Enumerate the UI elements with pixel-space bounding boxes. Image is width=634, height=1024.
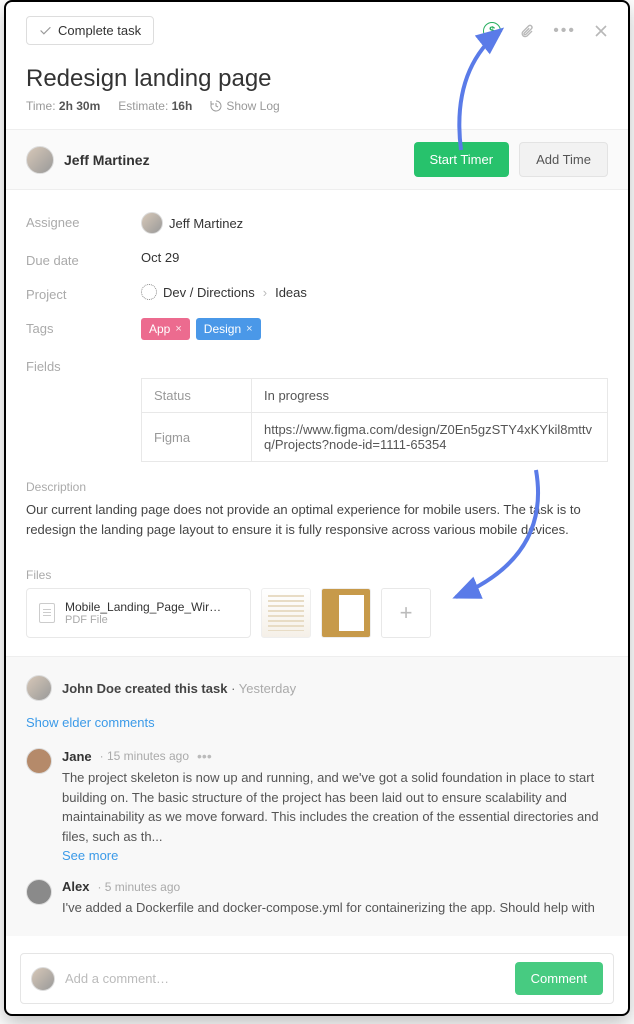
assignee-avatar (141, 212, 163, 234)
assignee-value[interactable]: Jeff Martinez (141, 212, 243, 234)
file-attachment[interactable]: Mobile_Landing_Page_Wir… PDF File (26, 588, 251, 638)
comment-text: I've added a Dockerfile and docker-compo… (62, 898, 608, 918)
time-estimate: Estimate: 16h (118, 99, 192, 113)
tag[interactable]: Design× (196, 318, 261, 340)
comment-text: The project skeleton is now up and runni… (62, 768, 608, 846)
more-icon[interactable]: ••• (553, 22, 576, 40)
comment-author: Jane (62, 749, 92, 764)
owner-name: Jeff Martinez (64, 152, 150, 168)
fields-label: Fields (26, 356, 141, 374)
project-icon (141, 284, 157, 300)
time-tracked: Time: 2h 30m (26, 99, 100, 113)
file-name: Mobile_Landing_Page_Wir… (65, 600, 221, 614)
creator-avatar (26, 675, 52, 701)
field-row[interactable]: StatusIn progress (142, 379, 608, 413)
comment-author: Alex (62, 879, 89, 894)
project-breadcrumb[interactable]: Dev / Directions › Ideas (141, 284, 307, 300)
custom-fields-table: StatusIn progressFigmahttps://www.figma.… (141, 378, 608, 462)
task-created-row: John Doe created this task · Yesterday (26, 675, 608, 701)
current-user-avatar (31, 967, 55, 991)
due-date-value[interactable]: Oct 29 (141, 250, 179, 265)
complete-task-button[interactable]: Complete task (26, 16, 154, 45)
add-time-button[interactable]: Add Time (519, 142, 608, 177)
comment-input-bar: Comment (20, 953, 614, 1004)
comment-submit-button[interactable]: Comment (515, 962, 603, 995)
tags-label: Tags (26, 318, 141, 336)
comment-menu-icon[interactable]: ••• (197, 748, 212, 764)
attachment-icon[interactable] (519, 22, 535, 40)
task-title: Redesign landing page (6, 53, 628, 99)
comment: Jane · 15 minutes ago ••• The project skele… (26, 740, 608, 871)
file-thumbnail[interactable] (261, 588, 311, 638)
close-icon[interactable] (594, 24, 608, 38)
comment: Alex · 5 minutes ago I've added a Dockerfi… (26, 871, 608, 926)
file-thumbnail[interactable] (321, 588, 371, 638)
billing-icon[interactable]: $ (483, 22, 501, 40)
check-icon (39, 24, 52, 37)
comment-time: · 15 minutes ago (100, 749, 189, 763)
description-label: Description (6, 470, 628, 500)
complete-task-label: Complete task (58, 23, 141, 38)
due-date-label: Due date (26, 250, 141, 268)
comment-input[interactable] (65, 971, 505, 986)
description-text[interactable]: Our current landing page does not provid… (6, 500, 628, 558)
start-timer-button[interactable]: Start Timer (414, 142, 510, 177)
see-more-link[interactable]: See more (62, 848, 118, 863)
field-row[interactable]: Figmahttps://www.figma.com/design/Z0En5g… (142, 413, 608, 462)
assignee-label: Assignee (26, 212, 141, 230)
history-icon (210, 100, 222, 112)
add-file-button[interactable]: + (381, 588, 431, 638)
file-icon (39, 603, 55, 623)
show-elder-comments-link[interactable]: Show elder comments (26, 701, 608, 740)
comment-avatar (26, 748, 52, 774)
owner-avatar[interactable] (26, 146, 54, 174)
comment-time: · 5 minutes ago (97, 880, 180, 894)
file-type: PDF File (65, 614, 221, 626)
files-label: Files (6, 558, 628, 588)
comment-avatar (26, 879, 52, 905)
show-log-link[interactable]: Show Log (210, 99, 279, 113)
project-label: Project (26, 284, 141, 302)
tag[interactable]: App× (141, 318, 190, 340)
